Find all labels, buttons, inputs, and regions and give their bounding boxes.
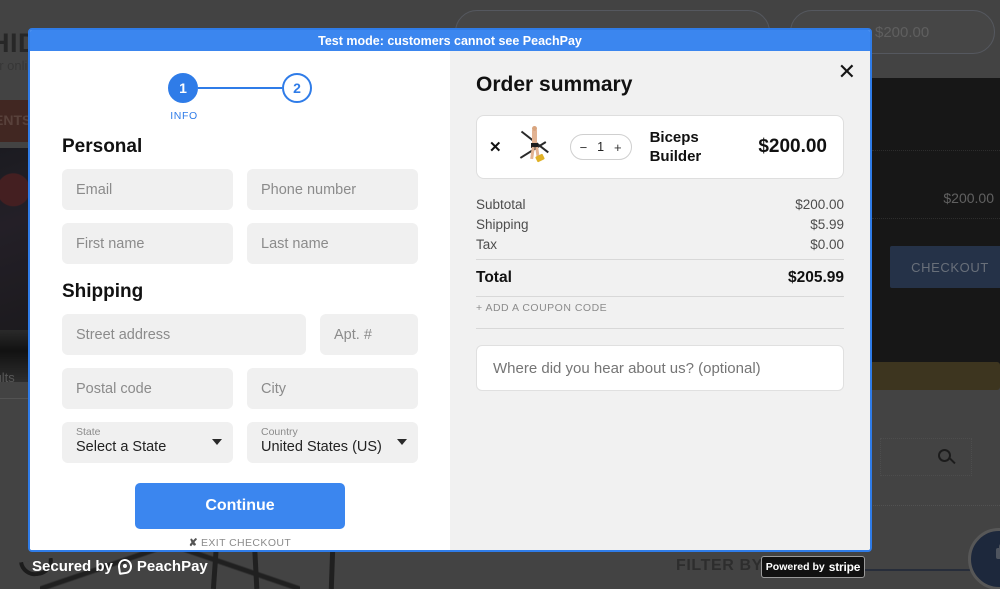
form-row: State Select a State Country United Stat… (62, 422, 418, 463)
exit-checkout-link[interactable]: ✘ EXIT CHECKOUT (62, 537, 418, 549)
form-row (62, 223, 418, 264)
peachpay-logo-icon (116, 558, 133, 575)
shipping-label: Shipping (476, 217, 529, 232)
order-summary-title: Order summary (476, 73, 633, 96)
checkout-modal: Test mode: customers cannot see PeachPay… (28, 28, 872, 552)
last-name-field[interactable] (247, 223, 418, 264)
state-value: Select a State (76, 439, 167, 455)
tax-label: Tax (476, 237, 498, 252)
chevron-down-icon (397, 439, 407, 445)
subtotal-value: $200.00 (795, 197, 844, 212)
step-2-payment[interactable]: 2 (282, 73, 312, 103)
hear-about-us-input[interactable] (493, 359, 827, 377)
secured-by-label: Secured by (32, 558, 113, 575)
hear-about-us-box[interactable] (476, 345, 844, 391)
checkout-stepper: 1 2 (62, 73, 418, 103)
state-select[interactable]: State Select a State (62, 422, 233, 463)
postal-code-field[interactable] (62, 368, 233, 409)
subtotal-label: Subtotal (476, 197, 526, 212)
quantity-increase-button[interactable]: + (614, 140, 622, 155)
powered-by-stripe-badge: Powered by stripe (761, 556, 865, 578)
quantity-value: 1 (597, 140, 605, 154)
city-field[interactable] (247, 368, 418, 409)
form-row (62, 169, 418, 210)
step-1-info[interactable]: 1 (168, 73, 198, 103)
add-coupon-code-link[interactable]: + ADD A COUPON CODE (476, 297, 844, 321)
product-name-line-2: Builder (649, 148, 702, 165)
personal-section-heading: Personal (62, 136, 143, 157)
secured-by-peachpay: Secured by PeachPay (32, 558, 208, 575)
apartment-field[interactable] (320, 314, 418, 355)
shipping-value: $5.99 (810, 217, 844, 232)
close-icon: ✘ (188, 537, 198, 549)
quantity-decrease-button[interactable]: − (580, 140, 588, 155)
email-field[interactable] (62, 169, 233, 210)
cart-line-item: ✕ − 1 + Biceps Builder $200.00 (476, 115, 844, 179)
product-price: $200.00 (758, 136, 827, 157)
first-name-field[interactable] (62, 223, 233, 264)
powered-by-label: Powered by (765, 561, 825, 573)
tax-value: $0.00 (810, 237, 844, 252)
order-summary-column: ✕ Order summary ✕ − 1 + Biceps Builder $… (450, 51, 870, 550)
country-label: Country (261, 426, 298, 438)
continue-button[interactable]: Continue (135, 483, 345, 529)
stepper-connector (198, 87, 282, 89)
product-name-line-1: Biceps (649, 129, 699, 146)
divider (476, 328, 844, 329)
product-name: Biceps Builder (650, 128, 712, 166)
totals-row-tax: Tax $0.00 (476, 237, 844, 252)
checkout-form-column: 1 2 INFO Personal Shipping (30, 51, 450, 550)
close-modal-button[interactable]: ✕ (838, 61, 856, 83)
shipping-section-heading: Shipping (62, 281, 144, 302)
form-row (62, 314, 418, 355)
step-1-label: INFO (170, 110, 198, 122)
stripe-wordmark: stripe (828, 560, 861, 574)
modal-body: 1 2 INFO Personal Shipping (30, 51, 870, 550)
phone-field[interactable] (247, 169, 418, 210)
street-address-field[interactable] (62, 314, 306, 355)
exit-checkout-label: EXIT CHECKOUT (201, 537, 292, 549)
total-value: $205.99 (787, 269, 844, 286)
remove-item-button[interactable]: ✕ (489, 138, 502, 156)
country-select[interactable]: Country United States (US) (247, 422, 418, 463)
country-value: United States (US) (261, 439, 382, 455)
totals-row-shipping: Shipping $5.99 (476, 217, 844, 232)
product-thumbnail-icon (518, 125, 552, 169)
peachpay-brand-label: PeachPay (136, 558, 208, 575)
total-label: Total (476, 269, 512, 286)
chevron-down-icon (212, 439, 222, 445)
test-mode-banner: Test mode: customers cannot see PeachPay (30, 30, 870, 51)
totals-row-subtotal: Subtotal $200.00 (476, 197, 844, 212)
state-label: State (76, 426, 101, 438)
totals-row-total: Total $205.99 (476, 260, 844, 287)
order-totals: Subtotal $200.00 Shipping $5.99 Tax $0.0… (476, 197, 844, 329)
quantity-stepper[interactable]: − 1 + (569, 134, 632, 160)
form-row (62, 368, 418, 409)
